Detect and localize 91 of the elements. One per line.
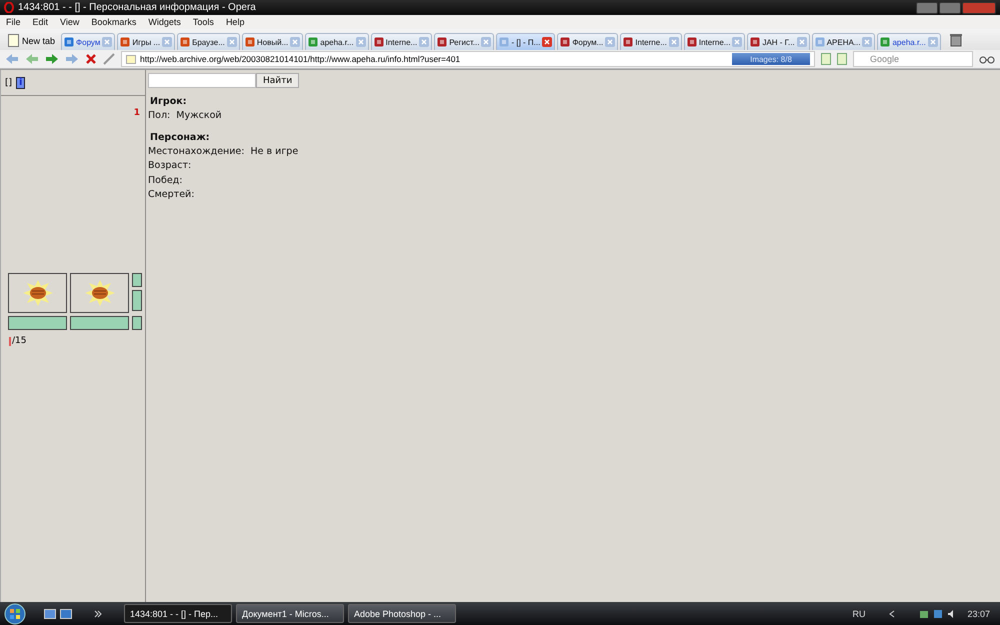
browser-tab[interactable]: Форум: [61, 33, 116, 50]
menu-item[interactable]: View: [60, 17, 80, 27]
window-switch-icon[interactable]: [60, 608, 72, 618]
site-icon: [560, 37, 570, 47]
site-icon: [814, 37, 825, 47]
browser-tab[interactable]: Браузе...: [177, 33, 240, 50]
rewind-icon[interactable]: [5, 53, 19, 65]
browser-tab[interactable]: APEHA...: [812, 33, 876, 50]
page-icon: [126, 54, 136, 64]
glasses-icon[interactable]: [979, 54, 995, 64]
pen-icon[interactable]: [103, 53, 115, 65]
images-indicator: Images: 8/8: [732, 53, 810, 65]
desktop-icon[interactable]: [44, 608, 56, 618]
browser-tab[interactable]: Interne...: [620, 33, 682, 50]
page-icon[interactable]: [821, 53, 831, 65]
opera-logo-icon: [4, 2, 14, 13]
site-icon: [374, 37, 384, 47]
menu-item[interactable]: Tools: [192, 17, 214, 27]
section-heading: Персонаж:: [150, 132, 211, 142]
address-field[interactable]: http://web.archive.org/web/20030821014101/http://www.apeha.ru/info.html?user=401 Images: 8/8: [121, 51, 815, 67]
taskbar-button[interactable]: 1434:801 - - [] - Пер...: [124, 604, 232, 623]
monitor-icon[interactable]: [933, 608, 944, 618]
info-row-text: Местонахождение: Не в игре: [148, 144, 300, 158]
back-icon[interactable]: [25, 53, 39, 65]
site-icon: [120, 37, 130, 47]
info-row-text: Пол: Мужской: [148, 109, 223, 123]
browser-tab[interactable]: Новый...: [242, 33, 304, 50]
chevron-icon[interactable]: [94, 610, 102, 618]
info-row-text: Смертей:: [148, 188, 196, 202]
taskbar-button[interactable]: Документ1 - Micros...: [236, 604, 344, 623]
fist-icon: [22, 279, 54, 307]
new-tab-button[interactable]: New tab: [4, 31, 60, 50]
site-icon: [623, 37, 634, 47]
language-indicator[interactable]: RU: [852, 608, 866, 618]
item-slot[interactable]: [8, 273, 67, 313]
menu-item[interactable]: Widgets: [148, 17, 181, 27]
info-row-text: Возраст:: [148, 159, 192, 173]
browser-tab[interactable]: Interne...: [370, 33, 432, 50]
menu-item[interactable]: File: [6, 17, 21, 27]
chevron-icon[interactable]: [889, 610, 896, 618]
search-field[interactable]: [148, 73, 256, 88]
window-title: 1434:801 - - [] - Персональная информация - Opera: [18, 2, 256, 13]
start-button[interactable]: [4, 602, 26, 624]
find-button[interactable]: Найти: [256, 73, 300, 88]
menu-item[interactable]: Help: [226, 17, 244, 27]
fist-icon: [84, 279, 116, 307]
slot-bar[interactable]: [70, 316, 129, 330]
clock: 23:07: [967, 608, 990, 618]
info-row-text: Побед:: [148, 174, 184, 188]
count-number: 1: [134, 108, 140, 118]
slot-bar[interactable]: [132, 316, 142, 330]
slot-bar[interactable]: [8, 316, 67, 330]
maximize-button[interactable]: [939, 2, 961, 14]
page-icon[interactable]: [837, 53, 847, 65]
site-icon: [499, 37, 510, 47]
item-slot[interactable]: [70, 273, 129, 313]
search-field[interactable]: Google: [853, 51, 973, 67]
close-icon[interactable]: [542, 37, 552, 47]
small-slot[interactable]: [132, 273, 142, 287]
menu-item[interactable]: Edit: [32, 17, 48, 27]
menu-item[interactable]: Bookmarks: [91, 17, 136, 27]
browser-tab[interactable]: Форум...: [557, 33, 618, 50]
site-icon: [750, 37, 760, 47]
marker-bar: [9, 336, 11, 346]
close-button[interactable]: [962, 2, 996, 14]
site-icon: [64, 37, 74, 47]
taskbar-button[interactable]: Adobe Photoshop - ...: [348, 604, 456, 623]
site-icon: [244, 37, 255, 47]
browser-tab[interactable]: apeha.r...: [305, 33, 369, 50]
trash-icon[interactable]: [948, 33, 963, 47]
browser-tab[interactable]: JAH - Г...: [747, 33, 810, 50]
browser-tab[interactable]: - [] - П...: [496, 33, 556, 50]
site-icon: [180, 37, 190, 47]
site-icon: [308, 37, 318, 47]
brackets-text: []: [5, 78, 12, 88]
browser-tab[interactable]: apeha.r...: [877, 33, 941, 50]
network-icon[interactable]: [919, 608, 930, 618]
minimize-button[interactable]: [916, 2, 938, 14]
forward-icon[interactable]: [45, 53, 59, 65]
small-slot[interactable]: [132, 290, 142, 311]
section-heading: Игрок:: [150, 96, 188, 107]
browser-tab[interactable]: Interne...: [684, 33, 746, 50]
stop-icon[interactable]: [85, 53, 97, 65]
site-icon: [686, 37, 697, 47]
page-icon: [8, 34, 19, 47]
site-icon: [437, 37, 448, 47]
count-text: /15: [12, 336, 26, 346]
site-icon: [880, 37, 890, 47]
fast-forward-icon[interactable]: [65, 53, 79, 65]
browser-tab[interactable]: Регист...: [434, 33, 494, 50]
browser-tab[interactable]: Игры ...: [117, 33, 176, 50]
